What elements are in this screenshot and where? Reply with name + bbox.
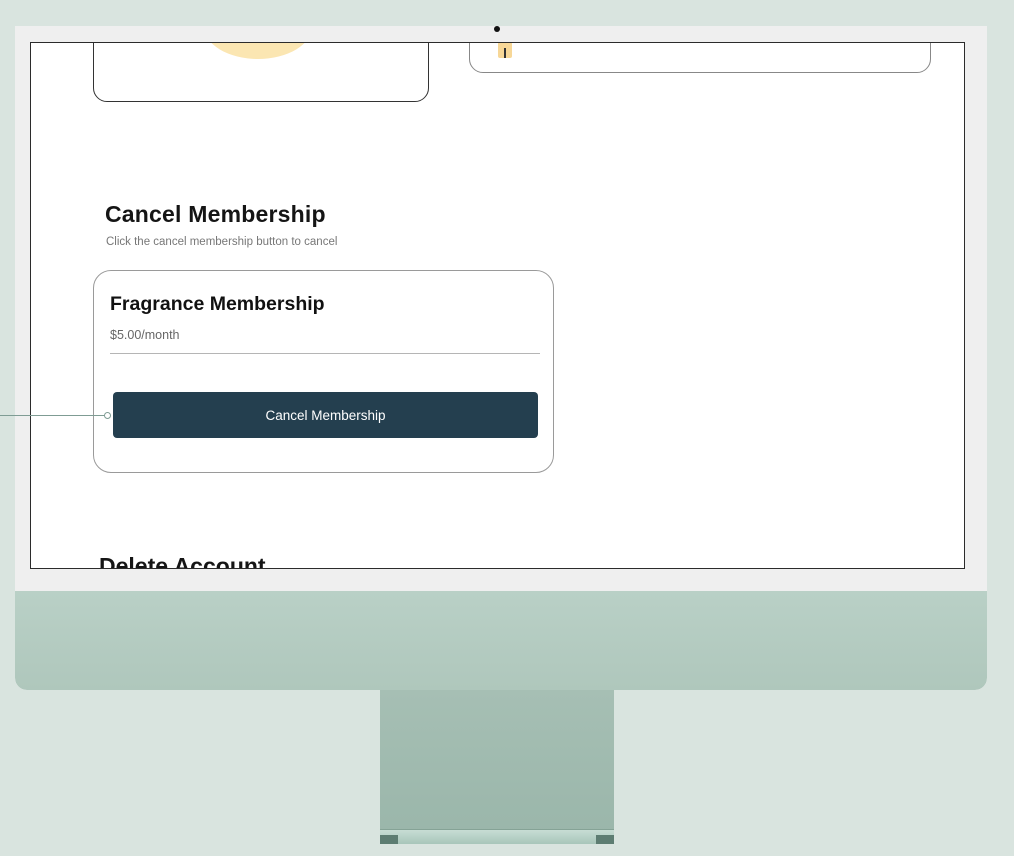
annotation-connector-line	[0, 415, 106, 416]
membership-price: $5.00/month	[110, 328, 180, 342]
illustration-icon	[204, 43, 312, 59]
monitor-stand-base	[380, 829, 614, 844]
cancel-membership-button[interactable]: Cancel Membership	[113, 392, 538, 438]
monitor-stand	[380, 690, 614, 838]
section-title: Cancel Membership	[105, 201, 326, 227]
section-subtitle: Click the cancel membership button to ca…	[106, 236, 338, 248]
top-card-right	[469, 43, 931, 73]
top-card-left	[93, 43, 429, 102]
membership-card: Fragrance Membership $5.00/month Cancel …	[93, 270, 554, 473]
annotation-connector-dot	[104, 412, 111, 419]
delete-account-heading: Delete Account	[99, 553, 266, 569]
camera-dot	[494, 26, 500, 32]
bag-icon	[498, 43, 512, 58]
monitor-chin	[15, 591, 987, 690]
screen: Cancel Membership Click the cancel membe…	[30, 42, 965, 569]
membership-name: Fragrance Membership	[110, 293, 325, 315]
card-divider	[110, 353, 540, 354]
